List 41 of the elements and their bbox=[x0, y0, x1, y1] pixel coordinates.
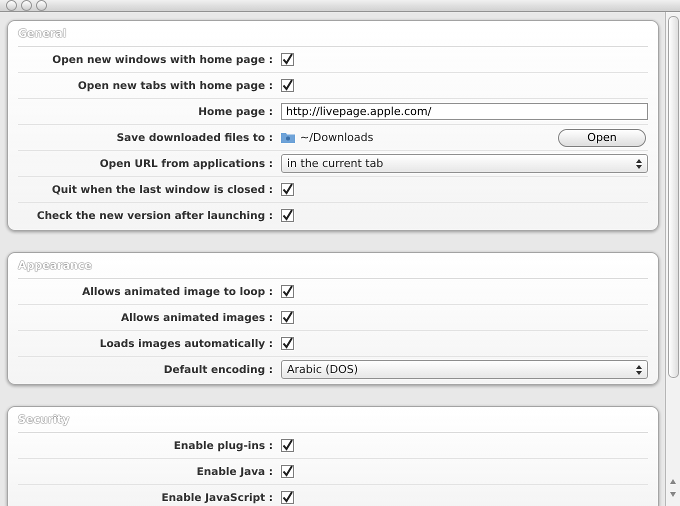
setting-label: Quit when the last window is closed : bbox=[50, 184, 274, 196]
checkbox[interactable] bbox=[281, 285, 294, 298]
checkbox[interactable] bbox=[281, 439, 294, 452]
folder-icon bbox=[281, 132, 295, 143]
setting-label: Open URL from applications : bbox=[98, 158, 274, 170]
setting-label: Enable plug-ins : bbox=[172, 440, 274, 452]
section-title: Appearance bbox=[18, 253, 648, 279]
scroll-bar[interactable] bbox=[665, 12, 680, 506]
setting-label: Check the new version after launching : bbox=[36, 210, 274, 222]
setting-label: Open new tabs with home page : bbox=[76, 80, 274, 92]
checkbox[interactable] bbox=[281, 465, 294, 478]
setting-label: Allows animated images : bbox=[120, 312, 274, 324]
folder-path: ~/Downloads bbox=[300, 131, 374, 144]
setting-label: Open new windows with home page : bbox=[51, 54, 274, 66]
setting-label: Default encoding : bbox=[162, 364, 274, 376]
setting-label: Save downloaded files to : bbox=[116, 132, 274, 144]
setting-label: Enable Java : bbox=[196, 466, 274, 478]
window-control-icon[interactable] bbox=[6, 0, 17, 11]
checkbox[interactable] bbox=[281, 183, 294, 196]
setting-label: Allows animated image to loop : bbox=[81, 286, 274, 298]
stepper-arrows-icon bbox=[636, 364, 642, 374]
setting-label: Enable JavaScript : bbox=[160, 492, 274, 504]
window-control-icon[interactable] bbox=[21, 0, 32, 11]
scroll-thumb[interactable] bbox=[668, 16, 678, 378]
setting-label: Loads images automatically : bbox=[98, 338, 274, 350]
dropdown[interactable]: Arabic (DOS) bbox=[281, 360, 648, 379]
open-button[interactable]: Open bbox=[558, 128, 646, 146]
dropdown[interactable]: in the current tab bbox=[281, 154, 648, 173]
window-control-icon[interactable] bbox=[36, 0, 47, 11]
checkbox[interactable] bbox=[281, 209, 294, 222]
checkbox[interactable] bbox=[281, 53, 294, 66]
scroll-arrows-icon[interactable] bbox=[669, 477, 677, 499]
setting-label: Home page : bbox=[197, 106, 274, 118]
checkbox[interactable] bbox=[281, 79, 294, 92]
section-title: General bbox=[18, 21, 648, 47]
checkbox[interactable] bbox=[281, 491, 294, 504]
checkbox[interactable] bbox=[281, 311, 294, 324]
input-field[interactable]: http://livepage.apple.com/ bbox=[281, 103, 648, 120]
section-title: Security bbox=[18, 407, 648, 433]
stepper-arrows-icon bbox=[636, 158, 642, 168]
checkbox[interactable] bbox=[281, 337, 294, 350]
